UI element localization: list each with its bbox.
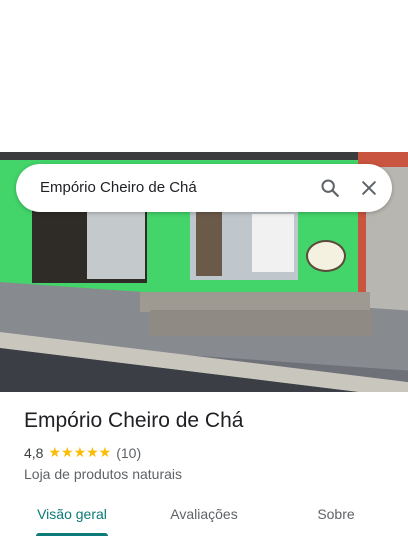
tab-about[interactable]: Sobre — [288, 496, 384, 536]
rating-row[interactable]: 4,8 ★★★★★ (10) — [24, 444, 141, 461]
photo-step-upper — [140, 292, 370, 312]
photo-step-lower — [150, 310, 372, 336]
search-bar[interactable]: Empório Cheiro de Chá — [16, 164, 392, 212]
tab-bar: Visão geral Avaliações Sobre — [0, 496, 408, 544]
place-category[interactable]: Loja de produtos naturais — [24, 466, 182, 482]
photo-fridge — [252, 214, 294, 272]
search-icon[interactable] — [318, 176, 342, 200]
tab-reviews[interactable]: Avaliações — [156, 496, 252, 536]
tab-overview[interactable]: Visão geral — [24, 496, 120, 536]
photo-left-doorway — [32, 207, 147, 283]
close-icon[interactable] — [357, 176, 381, 200]
place-title: Empório Cheiro de Chá — [24, 409, 244, 432]
rating-value: 4,8 — [24, 444, 44, 461]
photo-teacup-mural — [306, 240, 346, 272]
review-count[interactable]: (10) — [116, 445, 141, 461]
search-input[interactable]: Empório Cheiro de Chá — [40, 164, 197, 212]
tab-active-indicator — [36, 533, 108, 536]
photo-cabinet — [196, 212, 222, 276]
photo-shelf — [87, 211, 145, 279]
star-rating-icon: ★★★★★ — [48, 444, 112, 460]
photo-right-doorway — [190, 210, 298, 280]
